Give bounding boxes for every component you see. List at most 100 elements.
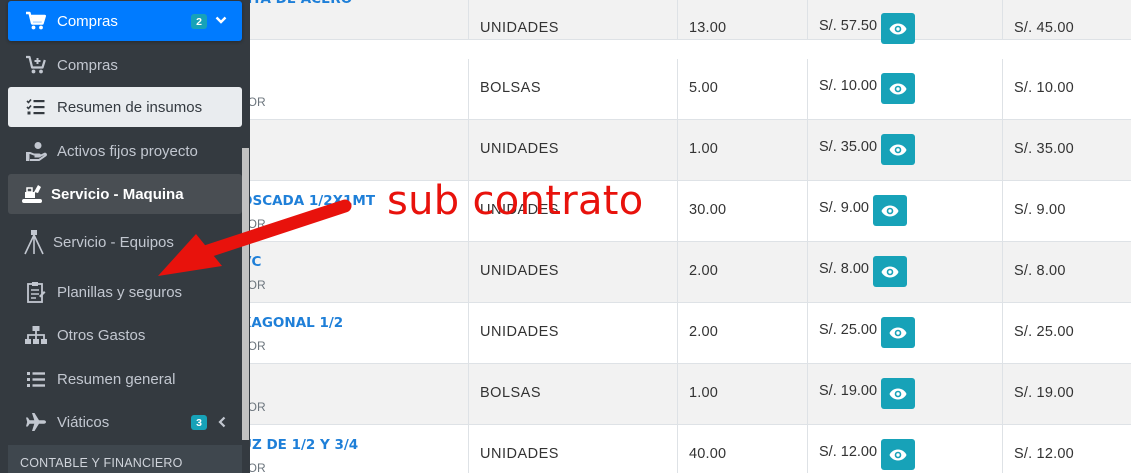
quantity-cell: 30.00 xyxy=(677,181,807,241)
description-cell: 4LOR xyxy=(241,364,468,424)
unit-text: UNIDADES xyxy=(480,141,559,157)
item-name-link[interactable]: XAGONAL 1/2 xyxy=(241,315,343,331)
count-badge: 2 xyxy=(191,14,207,29)
sidebar-item-compras-menu[interactable]: Compras 2 xyxy=(8,1,242,41)
count-badge: 3 xyxy=(191,415,207,430)
cart-plus-icon xyxy=(24,53,48,77)
total-cell: S/. 10.00 xyxy=(1002,59,1131,119)
quantity-cell: 5.00 xyxy=(677,59,807,119)
sidebar-scrollbar[interactable] xyxy=(242,148,249,440)
view-button[interactable] xyxy=(881,439,916,470)
total-cell: S/. 19.00 xyxy=(1002,364,1131,424)
item-name-link[interactable]: OSCADA 1/2X1MT xyxy=(241,193,375,209)
item-name-link[interactable]: NTA DE ACERO xyxy=(241,0,352,7)
unit-cell: UNIDADES xyxy=(468,303,677,363)
unit-text: UNIDADES xyxy=(480,324,559,340)
sidebar-item-servicio-maquina[interactable]: Servicio - Maquina xyxy=(8,174,242,214)
description-cell: XAGONAL 1/2 LOR xyxy=(241,303,468,363)
price-cell: S/. 9.00 xyxy=(807,181,1002,241)
quantity-cell: 13.00 xyxy=(677,0,807,39)
view-button[interactable] xyxy=(881,134,916,165)
sidebar-item-otros-gastos[interactable]: Otros Gastos xyxy=(8,315,242,355)
total-text: S/. 25.00 xyxy=(1014,324,1074,340)
sidebar-item-compras[interactable]: Compras xyxy=(8,45,242,85)
price-text: S/. 10.00 xyxy=(819,77,878,94)
section-header-contable: CONTABLE Y FINANCIERO xyxy=(8,445,242,473)
sidebar-item-viaticos[interactable]: Viáticos 3 xyxy=(8,402,242,442)
sidebar-item-resumen-general[interactable]: Resumen general xyxy=(8,359,242,399)
unit-text: UNIDADES xyxy=(480,20,559,36)
price-cell: S/. 25.00 xyxy=(807,303,1002,363)
view-button[interactable] xyxy=(881,13,916,44)
sidebar-item-label: Viáticos xyxy=(57,413,110,431)
chevron-left-icon xyxy=(217,415,227,432)
sidebar-item-planillas[interactable]: Planillas y seguros xyxy=(8,272,242,312)
unit-cell: UNIDADES xyxy=(468,242,677,302)
total-text: S/. 45.00 xyxy=(1014,20,1074,36)
price-text: S/. 9.00 xyxy=(819,199,869,216)
table-row: XAGONAL 1/2 LOR UNIDADES 2.00 S/. 25.00 S/. 2… xyxy=(241,303,1131,364)
sidebar-item-label: Compras xyxy=(57,56,118,74)
sidebar-item-activos-fijos[interactable]: Activos fijos proyecto xyxy=(8,131,242,171)
table-row: UZ DE 1/2 Y 3/4 LOR UNIDADES 40.00 S/. 12.00… xyxy=(241,425,1131,473)
sidebar-item-label: Planillas y seguros xyxy=(57,283,183,301)
total-text: S/. 19.00 xyxy=(1014,385,1074,401)
hand-holding-icon xyxy=(24,139,48,163)
unit-text: UNIDADES xyxy=(480,446,559,462)
view-button[interactable] xyxy=(881,73,916,104)
total-text: S/. 12.00 xyxy=(1014,446,1074,462)
sidebar-item-resumen-insumos[interactable]: Resumen de insumos xyxy=(8,87,242,127)
description-cell: VC LOR xyxy=(241,242,468,302)
description-cell: NTA DE ACERO xyxy=(241,0,468,39)
sidebar-item-label: Servicio - Equipos xyxy=(53,233,174,251)
sidebar: Compras 2 Compras Resumen de insumos Act… xyxy=(0,0,250,473)
item-name-link[interactable]: UZ DE 1/2 Y 3/4 xyxy=(241,437,358,453)
tripod-icon xyxy=(22,230,46,255)
total-cell: S/. 35.00 xyxy=(1002,120,1131,180)
unit-cell: UNIDADES xyxy=(468,0,677,39)
clipboard-icon xyxy=(24,280,48,304)
unit-cell: BOLSAS xyxy=(468,364,677,424)
price-text: S/. 25.00 xyxy=(819,321,878,338)
quantity-text: 40.00 xyxy=(689,446,727,462)
total-text: S/. 8.00 xyxy=(1014,263,1066,279)
table-row: VC LOR UNIDADES 2.00 S/. 8.00 S/. 8.00 xyxy=(241,242,1131,303)
description-cell: UZ DE 1/2 Y 3/4 LOR xyxy=(241,425,468,473)
price-text: S/. 12.00 xyxy=(819,443,878,460)
total-cell: S/. 8.00 xyxy=(1002,242,1131,302)
view-button[interactable] xyxy=(872,195,907,226)
price-cell: S/. 35.00 xyxy=(807,120,1002,180)
purchases-table: NTA DE ACERO UNIDADES 13.00 S/. 57.50 S/. 45… xyxy=(241,0,1131,473)
price-cell: S/. 12.00 xyxy=(807,425,1002,473)
quantity-text: 1.00 xyxy=(689,141,719,157)
price-text: S/. 57.50 xyxy=(819,17,878,34)
quantity-cell: 40.00 xyxy=(677,425,807,473)
unit-cell: UNIDADES xyxy=(468,120,677,180)
quantity-text: 1.00 xyxy=(689,385,719,401)
price-text: S/. 8.00 xyxy=(819,260,869,277)
eye-icon xyxy=(889,83,907,94)
cart-icon xyxy=(24,9,48,33)
view-button[interactable] xyxy=(881,378,916,409)
table-row: UNIDADES 1.00 S/. 35.00 S/. 35.00 xyxy=(250,120,1131,181)
sidebar-item-label: Servicio - Maquina xyxy=(51,185,184,203)
price-cell: S/. 19.00 xyxy=(807,364,1002,424)
total-text: S/. 10.00 xyxy=(1014,80,1074,96)
plane-icon xyxy=(24,410,48,434)
description-cell xyxy=(250,120,468,180)
quantity-text: 5.00 xyxy=(689,80,719,96)
table-row: OSCADA 1/2X1MT LOR UNIDADES 30.00 S/. 9.00 S/… xyxy=(241,181,1131,242)
sidebar-item-servicio-equipos[interactable]: Servicio - Equipos xyxy=(8,222,242,262)
eye-icon xyxy=(889,327,907,338)
view-button[interactable] xyxy=(872,256,907,287)
quantity-text: 2.00 xyxy=(689,263,719,279)
price-cell: S/. 8.00 xyxy=(807,242,1002,302)
total-cell: S/. 9.00 xyxy=(1002,181,1131,241)
total-cell: S/. 25.00 xyxy=(1002,303,1131,363)
list-check-icon xyxy=(24,95,48,119)
view-button[interactable] xyxy=(881,317,916,348)
price-cell: S/. 57.50 xyxy=(807,0,1002,44)
eye-icon xyxy=(889,449,907,460)
unit-text: UNIDADES xyxy=(480,263,559,279)
quantity-text: 13.00 xyxy=(689,20,727,36)
